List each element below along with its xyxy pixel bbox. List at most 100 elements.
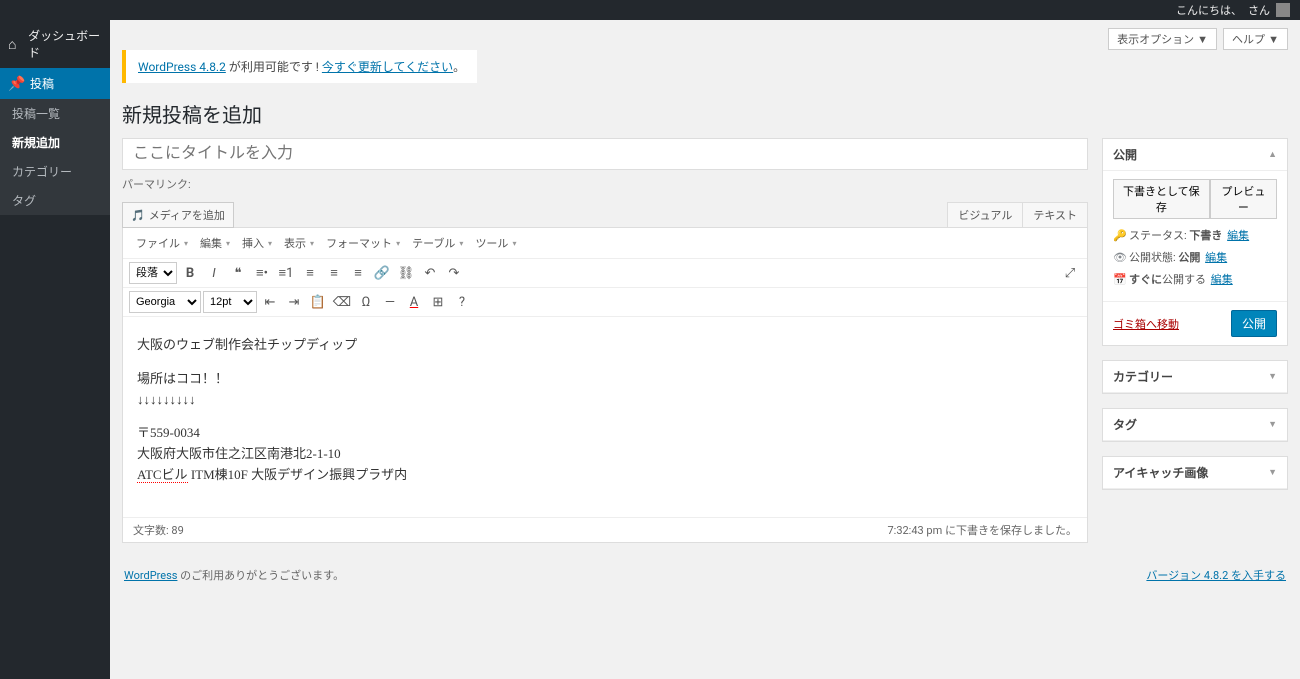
redo-button[interactable]: ↷ — [443, 262, 465, 284]
submenu-item-add[interactable]: 新規追加 — [0, 128, 110, 157]
metabox-title: タグ — [1113, 416, 1137, 433]
publish-metabox-header[interactable]: 公開 ▲ — [1103, 139, 1287, 171]
add-media-button[interactable]: 🎵 メディアを追加 — [122, 202, 234, 228]
tab-visual[interactable]: ビジュアル — [947, 202, 1022, 227]
expand-icon: ▼ — [1268, 371, 1277, 382]
unlink-button[interactable]: ⛓ — [395, 262, 417, 284]
undo-button[interactable]: ↶ — [419, 262, 441, 284]
media-icon: 🎵 — [131, 209, 145, 222]
account-name[interactable]: さん — [1248, 2, 1270, 18]
italic-button[interactable]: I — [203, 262, 225, 284]
editor-statusbar: 文字数: 89 7:32:43 pm に下書きを保存しました。 — [123, 517, 1087, 542]
table-button[interactable]: ⊞ — [427, 291, 449, 313]
expand-icon: ▼ — [1268, 467, 1277, 478]
indent-button[interactable]: ⇥ — [283, 291, 305, 313]
categories-metabox-header[interactable]: カテゴリー ▼ — [1103, 361, 1287, 393]
pin-icon: 📌 — [8, 76, 24, 92]
metabox-title: 公開 — [1113, 146, 1137, 163]
number-list-button[interactable]: ≡1 — [275, 262, 297, 284]
main-content: 表示オプション ▼ ヘルプ ▼ WordPress 4.8.2 が利用可能です … — [110, 20, 1300, 555]
text-color-button[interactable]: A — [403, 291, 425, 313]
tags-metabox-header[interactable]: タグ ▼ — [1103, 409, 1287, 441]
menu-view[interactable]: 表示 — [279, 232, 319, 254]
align-right-button[interactable]: ≡ — [347, 262, 369, 284]
edit-schedule-link[interactable]: 編集 — [1211, 273, 1233, 286]
featured-image-metabox: アイキャッチ画像 ▼ — [1102, 456, 1288, 490]
help-button[interactable]: ヘルプ ▼ — [1223, 28, 1288, 50]
permalink-label: パーマリンク: — [122, 176, 1088, 192]
editor-toolbar-2: Georgia 12pt ⇤ ⇥ 📋 ⌫ Ω — A ⊞ ? — [123, 288, 1087, 317]
post-title-input[interactable] — [122, 138, 1088, 170]
menu-insert[interactable]: 挿入 — [237, 232, 277, 254]
menu-table[interactable]: テーブル — [407, 232, 468, 254]
help-icon-button[interactable]: ? — [451, 291, 473, 313]
clear-format-button[interactable]: ⌫ — [331, 291, 353, 313]
block-format-select[interactable]: 段落 — [129, 262, 177, 284]
eye-icon: 👁 — [1113, 251, 1125, 264]
link-button[interactable]: 🔗 — [371, 262, 393, 284]
editor-content-area[interactable]: 大阪のウェブ制作会社チップディップ 場所はココ！！ ↓↓↓↓↓↓↓↓↓ 〒559… — [123, 317, 1087, 517]
hr-button[interactable]: — — [379, 291, 401, 313]
special-char-button[interactable]: Ω — [355, 291, 377, 313]
screen-options-button[interactable]: 表示オプション ▼ — [1108, 28, 1217, 50]
edit-visibility-link[interactable]: 編集 — [1205, 251, 1227, 264]
menu-tools[interactable]: ツール — [470, 232, 521, 254]
autosave-status: 7:32:43 pm に下書きを保存しました。 — [887, 522, 1077, 538]
preview-button[interactable]: プレビュー — [1210, 179, 1277, 219]
greeting-text: こんにちは、 — [1176, 2, 1242, 18]
metabox-title: カテゴリー — [1113, 368, 1173, 385]
menu-edit[interactable]: 編集 — [195, 232, 235, 254]
categories-metabox: カテゴリー ▼ — [1102, 360, 1288, 394]
sidebar-label: 投稿 — [30, 75, 54, 92]
content-paragraph: 大阪のウェブ制作会社チップディップ — [137, 335, 1073, 356]
dashboard-icon: ⌂ — [8, 36, 22, 53]
font-size-select[interactable]: 12pt — [203, 291, 257, 313]
update-link[interactable]: 今すぐ更新してください — [322, 60, 453, 74]
submenu-item-list[interactable]: 投稿一覧 — [0, 99, 110, 128]
font-family-select[interactable]: Georgia — [129, 291, 201, 313]
page-title: 新規投稿を追加 — [122, 99, 1288, 128]
admin-footer: WordPress のご利用ありがとうございます。 バージョン 4.8.2 を入… — [110, 555, 1300, 595]
edit-status-link[interactable]: 編集 — [1227, 229, 1249, 242]
fullscreen-button[interactable]: ⤢ — [1059, 262, 1081, 284]
sidebar-item-posts[interactable]: 📌 投稿 — [0, 68, 110, 99]
posts-submenu: 投稿一覧 新規追加 カテゴリー タグ — [0, 99, 110, 215]
align-left-button[interactable]: ≡ — [299, 262, 321, 284]
content-paragraph: 場所はココ！！ ↓↓↓↓↓↓↓↓↓ — [137, 369, 1073, 411]
add-media-label: メディアを追加 — [149, 207, 225, 223]
menu-file[interactable]: ファイル — [131, 232, 193, 254]
content-paragraph: 〒559-0034 大阪府大阪市住之江区南港北2-1-10 ATCビル ITM棟… — [137, 423, 1073, 485]
avatar[interactable] — [1276, 3, 1290, 17]
outdent-button[interactable]: ⇤ — [259, 291, 281, 313]
publish-button[interactable]: 公開 — [1231, 310, 1277, 337]
tab-text[interactable]: テキスト — [1022, 202, 1088, 227]
version-link[interactable]: WordPress 4.8.2 — [138, 60, 226, 74]
move-to-trash-link[interactable]: ゴミ箱へ移動 — [1113, 316, 1179, 332]
get-version-link[interactable]: バージョン 4.8.2 を入手する — [1146, 569, 1286, 582]
key-icon: 🔑 — [1113, 229, 1125, 242]
calendar-icon: 📅 — [1113, 273, 1125, 286]
metabox-title: アイキャッチ画像 — [1113, 464, 1208, 481]
sidebar-label: ダッシュボード — [28, 27, 102, 61]
menu-format[interactable]: フォーマット — [321, 232, 405, 254]
submenu-item-tags[interactable]: タグ — [0, 186, 110, 215]
collapse-icon: ▲ — [1268, 149, 1277, 160]
blockquote-button[interactable]: ❝ — [227, 262, 249, 284]
editor-container: ファイル 編集 挿入 表示 フォーマット テーブル ツール 段落 B I ❝ ≡… — [122, 227, 1088, 543]
align-center-button[interactable]: ≡ — [323, 262, 345, 284]
word-count: 文字数: 89 — [133, 522, 184, 538]
sidebar-item-dashboard[interactable]: ⌂ ダッシュボード — [0, 20, 110, 68]
admin-sidebar: ⌂ ダッシュボード 📌 投稿 投稿一覧 新規追加 カテゴリー タグ — [0, 20, 110, 679]
publish-metabox: 公開 ▲ 下書きとして保存 プレビュー 🔑ステータス: 下書き 編集 👁公開状態… — [1102, 138, 1288, 346]
save-draft-button[interactable]: 下書きとして保存 — [1113, 179, 1210, 219]
editor-toolbar-1: 段落 B I ❝ ≡• ≡1 ≡ ≡ ≡ 🔗 ⛓ ↶ ↷ ⤢ — [123, 259, 1087, 288]
bold-button[interactable]: B — [179, 262, 201, 284]
wordpress-link[interactable]: WordPress — [124, 569, 177, 582]
bullet-list-button[interactable]: ≡• — [251, 262, 273, 284]
update-notice: WordPress 4.8.2 が利用可能です ! 今すぐ更新してください。 — [122, 50, 477, 83]
featured-image-metabox-header[interactable]: アイキャッチ画像 ▼ — [1103, 457, 1287, 489]
submenu-item-categories[interactable]: カテゴリー — [0, 157, 110, 186]
paste-button[interactable]: 📋 — [307, 291, 329, 313]
editor-menubar: ファイル 編集 挿入 表示 フォーマット テーブル ツール — [123, 228, 1087, 259]
tags-metabox: タグ ▼ — [1102, 408, 1288, 442]
